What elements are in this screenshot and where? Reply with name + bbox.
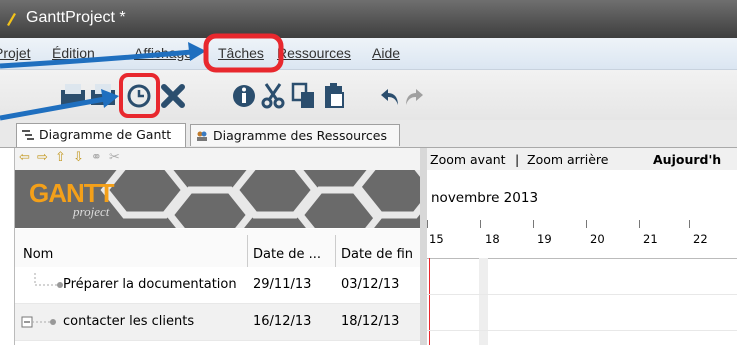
menu-highlight-box [203,33,284,73]
arrow-to-menu-icon [0,42,206,69]
toolbar-highlight-box [119,73,160,118]
arrow-to-toolbar-icon [0,89,119,121]
annotation-overlay [0,33,284,121]
